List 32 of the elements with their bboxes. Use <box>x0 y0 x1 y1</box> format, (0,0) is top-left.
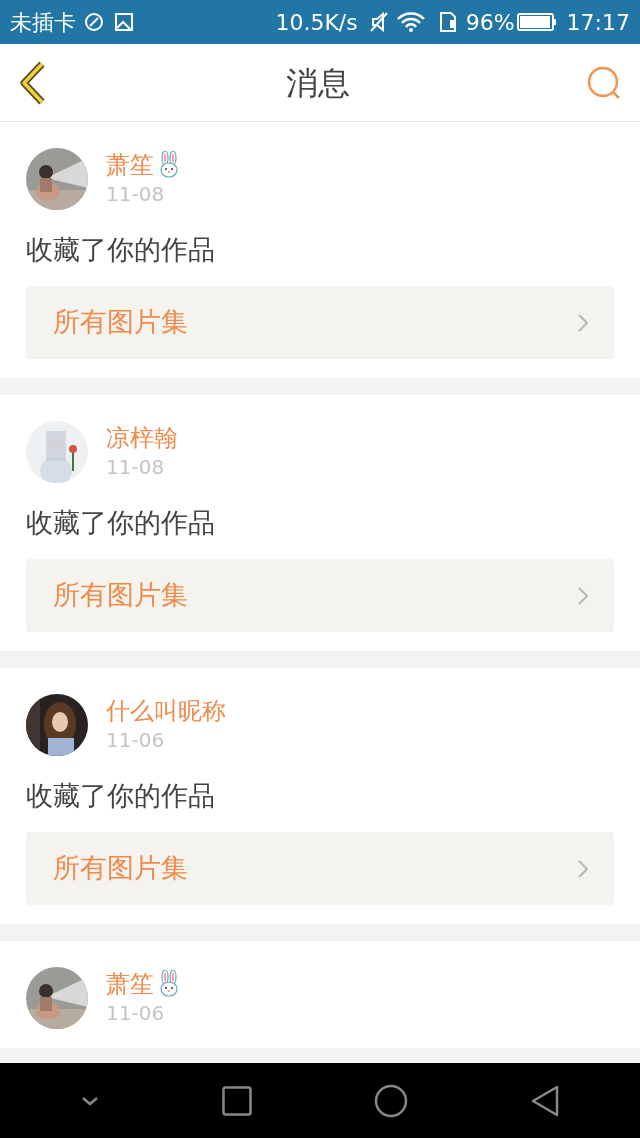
chevron-right-icon <box>578 313 588 332</box>
album-link[interactable]: 所有图片集 <box>26 286 614 359</box>
battery-icon <box>516 12 557 32</box>
user-name[interactable]: 萧笙 <box>106 150 154 180</box>
message-text: 收藏了你的作品 <box>26 506 216 540</box>
carrier-text: 未插卡 <box>10 8 76 37</box>
album-link[interactable]: 所有图片集 <box>26 832 614 905</box>
message-date: 11-06 <box>106 727 166 754</box>
clock: 17:17 <box>566 8 630 37</box>
message-date: 11-08 <box>106 454 166 481</box>
search-icon <box>586 64 622 101</box>
message-text: 收藏了你的作品 <box>26 233 216 267</box>
user-name[interactable]: 什么叫昵称 <box>106 696 226 726</box>
image-icon <box>114 12 134 32</box>
chevron-right-icon <box>578 586 588 605</box>
message-date: 11-06 <box>106 1000 166 1027</box>
home-icon[interactable] <box>374 1083 409 1118</box>
battery-percent: 96% <box>465 8 515 37</box>
album-link[interactable]: 所有图片集 <box>26 559 614 632</box>
chevron-right-icon <box>578 859 588 878</box>
user-name[interactable]: 萧笙 <box>106 969 154 999</box>
sim-icon <box>437 11 458 33</box>
mute-icon <box>367 11 390 33</box>
chevron-down-icon[interactable] <box>81 1095 100 1106</box>
network-speed: 10.5K/s <box>275 8 358 37</box>
wifi-icon <box>395 11 426 33</box>
message-text: 收藏了你的作品 <box>26 779 216 813</box>
back-nav-icon[interactable] <box>530 1084 559 1117</box>
user-name[interactable]: 凉梓翰 <box>106 423 178 453</box>
page-title: 消息 <box>286 62 350 104</box>
message-date: 11-08 <box>106 181 166 208</box>
recents-icon[interactable] <box>221 1085 252 1116</box>
